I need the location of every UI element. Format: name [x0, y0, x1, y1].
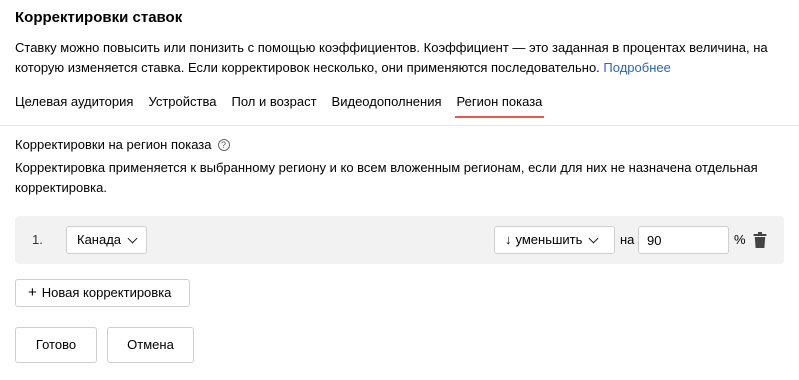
more-link[interactable]: Подробнее — [603, 60, 670, 75]
preposition-label: на — [620, 232, 635, 247]
section-title-text: Корректировки на регион показа — [15, 137, 212, 152]
done-label: Готово — [35, 337, 77, 352]
new-adjustment-button[interactable]: + Новая корректировка — [15, 279, 190, 307]
adjustment-row: 1. Канада ↓ уменьшить на % — [15, 216, 784, 264]
question-circle-icon[interactable]: ? — [217, 139, 230, 151]
trash-icon[interactable] — [753, 232, 767, 248]
arrow-down-icon: ↓ — [505, 232, 512, 247]
tabs: Целевая аудитория Устройства Пол и возра… — [15, 92, 557, 118]
region-select-value: Канада — [77, 232, 122, 247]
done-button[interactable]: Готово — [15, 327, 97, 363]
tab-video-extensions[interactable]: Видеодополнения — [332, 92, 442, 118]
cancel-button[interactable]: Отмена — [107, 327, 194, 363]
page-description: Ставку можно повысить или понизить с пом… — [15, 38, 790, 78]
action-select[interactable]: ↓ уменьшить — [494, 226, 615, 254]
region-select[interactable]: Канада — [66, 226, 147, 254]
tab-region[interactable]: Регион показа — [454, 92, 545, 118]
tab-target-audience[interactable]: Целевая аудитория — [15, 92, 133, 118]
tabs-divider — [0, 125, 799, 126]
cancel-label: Отмена — [127, 337, 174, 352]
section-title: Корректировки на регион показа ? — [15, 135, 230, 155]
percent-unit: % — [734, 232, 746, 247]
chevron-down-icon — [588, 233, 599, 243]
section-description: Корректировка применяется к выбранному р… — [15, 160, 758, 195]
percent-input[interactable] — [638, 226, 729, 254]
new-adjustment-label: Новая корректировка — [41, 285, 172, 300]
adjustment-number: 1. — [32, 232, 43, 247]
page-title: Корректировки ставок — [15, 9, 183, 26]
action-select-value: уменьшить — [515, 232, 583, 247]
tab-gender-age[interactable]: Пол и возраст — [231, 92, 316, 118]
plus-icon: + — [28, 284, 37, 301]
chevron-down-icon — [127, 233, 138, 243]
tab-devices[interactable]: Устройства — [148, 92, 216, 118]
